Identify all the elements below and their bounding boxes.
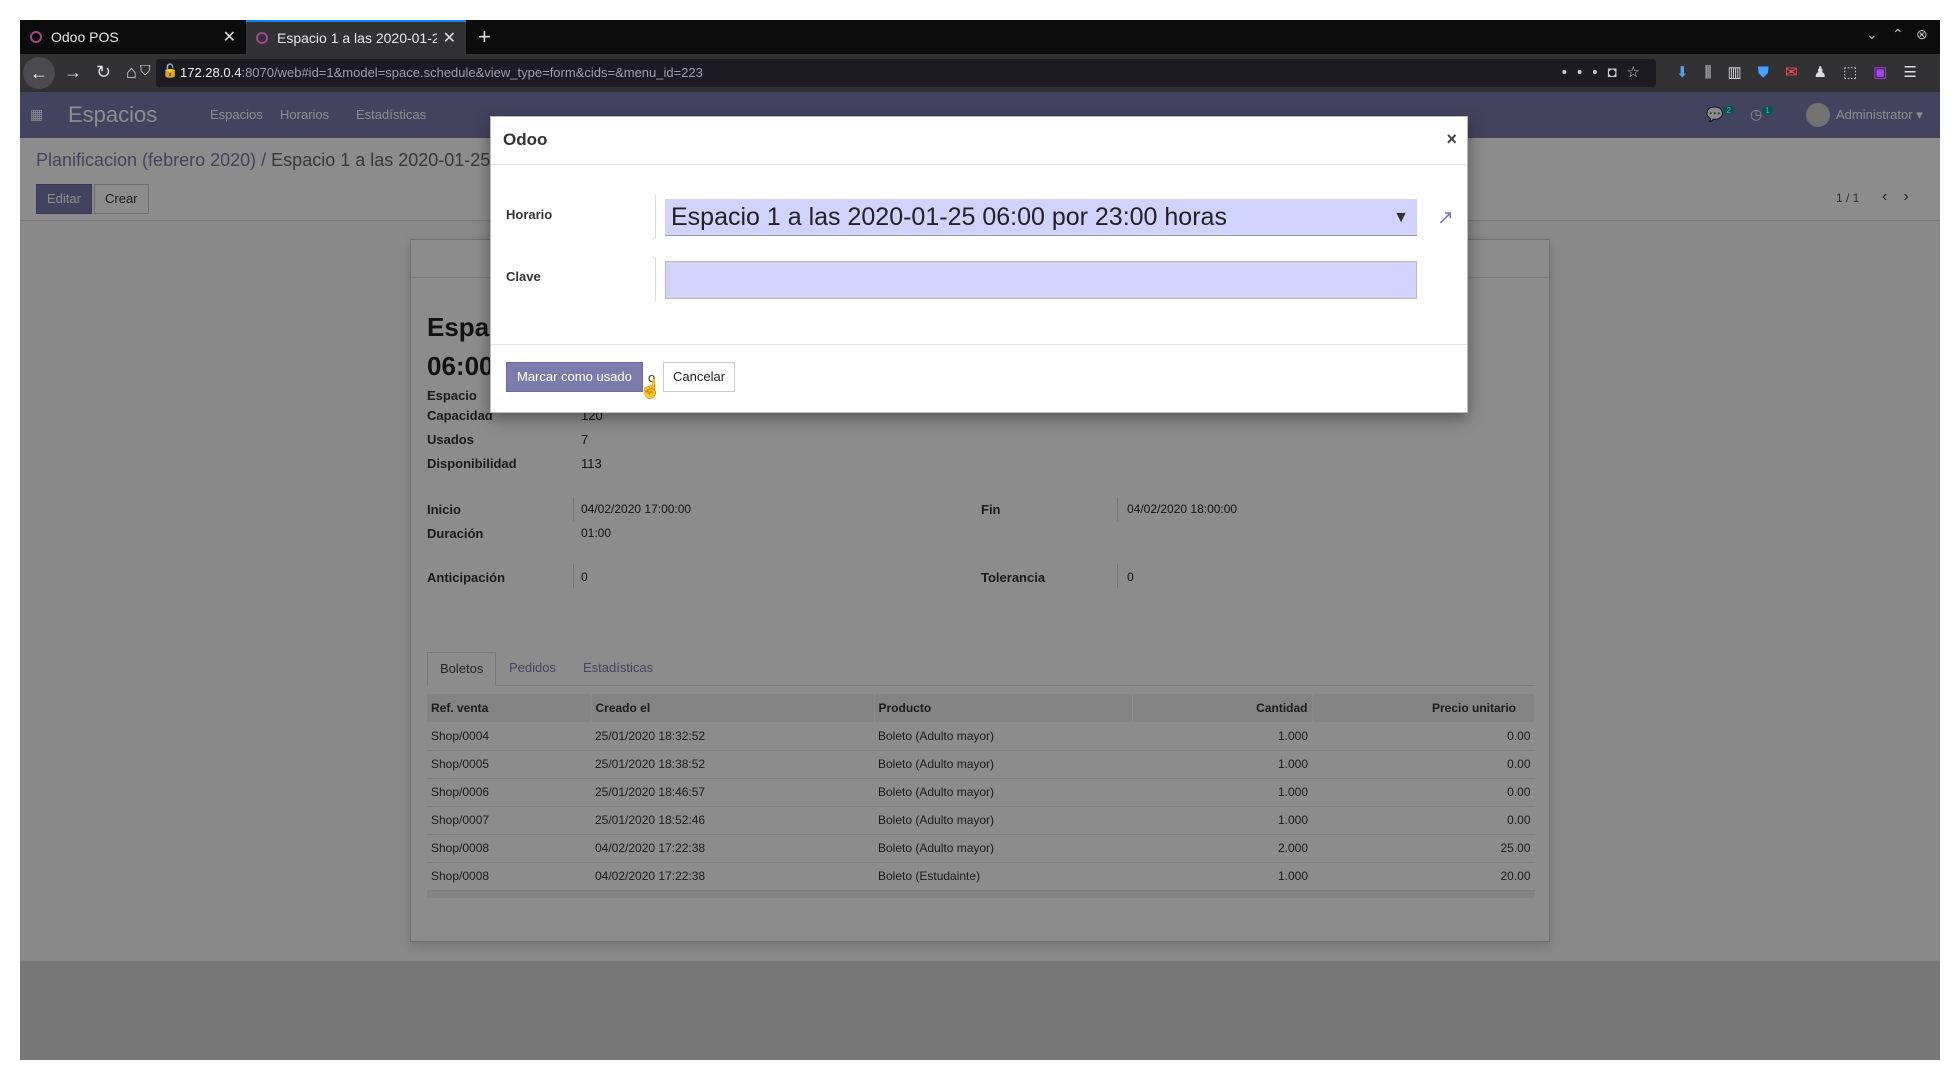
separator [655, 195, 656, 239]
extension-shield-icon[interactable]: ⛊ [1758, 64, 1785, 81]
odoo-favicon-icon [256, 32, 268, 44]
back-icon[interactable]: ← [23, 57, 55, 89]
pocket-icon[interactable]: ◘ [1607, 64, 1626, 81]
close-tab-icon[interactable]: ✕ [223, 27, 236, 47]
cancel-button[interactable]: Cancelar [663, 362, 736, 392]
close-icon[interactable]: × [1446, 129, 1457, 150]
browser-window: Odoo POS ✕ Espacio 1 a las 2020-01-25 ✕ … [20, 20, 1940, 1060]
mail-extension-icon[interactable]: ✉ [1785, 64, 1814, 81]
dialog-footer: Marcar como usado o Cancelar ☝ [491, 345, 1467, 412]
dialog-body: Horario Espacio 1 a las 2020-01-25 06:00… [491, 165, 1467, 345]
sidebar-icon[interactable]: ▥ [1727, 64, 1757, 81]
label-horario: Horario [506, 207, 553, 222]
tab-label: Odoo POS [51, 29, 119, 45]
external-link-icon[interactable]: ↗ [1437, 205, 1454, 230]
dialog-title: Odoo [503, 130, 548, 149]
new-tab-icon[interactable]: + [478, 24, 491, 50]
hand-cursor-icon: ☝ [639, 379, 662, 399]
bookmark-star-icon[interactable]: ☆ [1627, 64, 1650, 81]
label-clave: Clave [506, 269, 541, 284]
extension-k-icon[interactable]: ⬚ [1843, 64, 1873, 81]
horario-select[interactable]: Espacio 1 a las 2020-01-25 06:00 por 23:… [665, 199, 1417, 236]
browser-tab-espacio[interactable]: Espacio 1 a las 2020-01-25 ✕ [246, 20, 466, 54]
odoo-favicon-icon [30, 31, 42, 43]
url-path: :8070/web#id=1&model=space.schedule&view… [241, 65, 703, 80]
dialog-header: Odoo × [491, 117, 1467, 165]
home-icon[interactable]: ⌂ [126, 62, 137, 83]
extension-purple-icon[interactable]: ▣ [1873, 64, 1903, 81]
download-icon[interactable]: ⬇ [1676, 64, 1705, 81]
extension-hat-icon[interactable]: ♟ [1814, 64, 1843, 81]
url-actions: •••◘☆ [1562, 63, 1650, 81]
more-icon[interactable]: ••• [1562, 64, 1608, 81]
forward-icon[interactable]: → [64, 62, 82, 83]
close-window-icon[interactable]: ⊗ [1916, 26, 1928, 43]
tab-label: Espacio 1 a las 2020-01-25 [277, 30, 437, 46]
insecure-lock-icon[interactable]: 🔓 [162, 63, 178, 79]
dialog: Odoo × Horario Espacio 1 a las 2020-01-2… [490, 116, 1468, 413]
caret-down-icon[interactable]: ▼ [1393, 199, 1409, 236]
separator [655, 257, 656, 301]
shield-icon[interactable]: ⛉ [140, 62, 151, 79]
toolbar-icons: ⬇⫼▥⛊✉♟⬚▣☰ [1676, 63, 1933, 81]
browser-tab-odoo-pos[interactable]: Odoo POS ✕ [20, 20, 246, 54]
browser-tab-bar: Odoo POS ✕ Espacio 1 a las 2020-01-25 ✕ … [20, 20, 1940, 54]
chevron-up-icon[interactable]: ⌃ [1892, 26, 1904, 43]
url-host: 172.28.0.4 [180, 65, 242, 80]
reload-icon[interactable]: ↻ [96, 62, 111, 83]
chevron-down-icon[interactable]: ⌄ [1866, 26, 1878, 43]
browser-nav-bar: ← → ↻ ⌂ ⛉ 🔓 172.28.0.4:8070/web#id=1&mod… [20, 54, 1940, 92]
clave-input[interactable] [665, 261, 1417, 299]
mark-used-button[interactable]: Marcar como usado [506, 362, 643, 392]
hamburger-menu-icon[interactable]: ☰ [1903, 64, 1932, 81]
library-icon[interactable]: ⫼ [1705, 64, 1728, 81]
url-text: 172.28.0.4:8070/web#id=1&model=space.sch… [180, 65, 703, 80]
close-tab-icon[interactable]: ✕ [443, 28, 456, 48]
horario-value: Espacio 1 a las 2020-01-25 06:00 por 23:… [671, 203, 1227, 231]
url-bar[interactable]: ⛉ 🔓 172.28.0.4:8070/web#id=1&model=space… [140, 59, 1656, 87]
